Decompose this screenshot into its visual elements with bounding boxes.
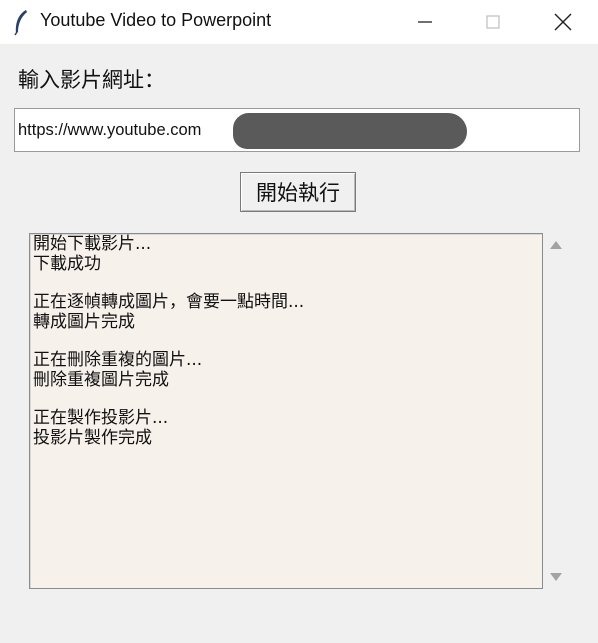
minimize-button[interactable] <box>390 0 460 44</box>
scroll-up-arrow[interactable] <box>548 238 564 252</box>
close-button[interactable] <box>528 0 598 44</box>
log-output[interactable]: 開始下載影片... 下載成功 正在逐幀轉成圖片，會要一點時間... 轉成圖片完成… <box>29 233 543 589</box>
log-line: 正在刪除重複的圖片... <box>33 350 203 370</box>
triangle-up-icon <box>550 241 562 249</box>
redaction-mark <box>233 113 467 149</box>
log-line: 下載成功 <box>33 254 101 274</box>
log-line: 開始下載影片... <box>33 234 152 254</box>
url-prompt-label: 輸入影片網址： <box>18 68 165 92</box>
log-line: 轉成圖片完成 <box>33 312 135 332</box>
window-title: Youtube Video to Powerpoint <box>40 10 272 30</box>
log-line: 正在製作投影片... <box>33 408 169 428</box>
triangle-down-icon <box>550 573 562 581</box>
feather-icon <box>14 10 27 36</box>
log-line: 刪除重複圖片完成 <box>33 370 169 390</box>
maximize-button[interactable] <box>458 0 528 44</box>
minimize-icon <box>418 21 432 23</box>
url-input[interactable]: https://www.youtube.com <box>14 108 580 152</box>
url-input-value: https://www.youtube.com <box>18 121 202 139</box>
scroll-down-arrow[interactable] <box>548 570 564 584</box>
run-button[interactable]: 開始執行 <box>240 172 356 212</box>
maximize-icon <box>486 15 500 29</box>
log-line: 正在逐幀轉成圖片，會要一點時間... <box>33 292 305 312</box>
title-bar: Youtube Video to Powerpoint <box>0 0 598 44</box>
close-icon <box>554 13 572 31</box>
log-line: 投影片製作完成 <box>33 428 152 448</box>
